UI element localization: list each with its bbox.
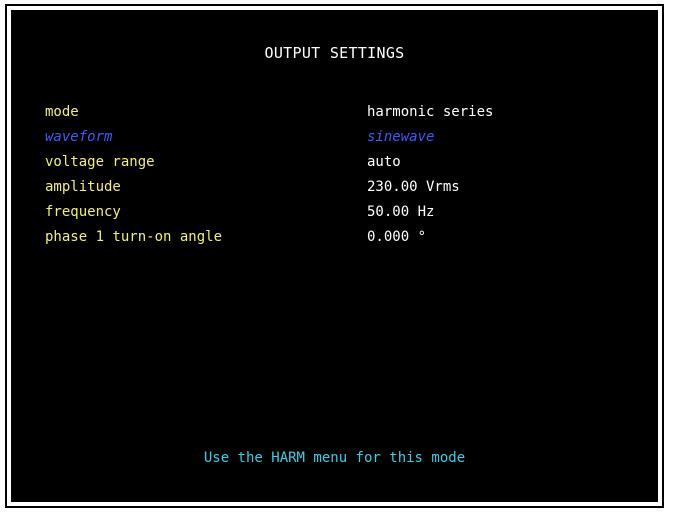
setting-row-amplitude[interactable]: amplitude 230.00 Vrms: [41, 175, 641, 200]
setting-value: 50.00 Hz: [367, 204, 435, 220]
setting-row-phase-1-turn-on-angle[interactable]: phase 1 turn-on angle 0.000 °: [41, 225, 641, 250]
page-title: OUTPUT SETTINGS: [264, 44, 405, 62]
setting-row-waveform[interactable]: waveform sinewave: [41, 125, 641, 150]
setting-value: 0.000 °: [367, 229, 427, 245]
setting-label: waveform: [45, 129, 113, 145]
setting-label: frequency: [45, 204, 121, 220]
setting-value: sinewave: [367, 129, 435, 145]
setting-value: auto: [367, 154, 401, 170]
setting-label: amplitude: [45, 179, 121, 195]
setting-row-mode[interactable]: mode harmonic series: [41, 100, 641, 125]
setting-value: harmonic series: [367, 104, 494, 120]
setting-label: mode: [45, 104, 79, 120]
footer-hint: Use the HARM menu for this mode: [203, 450, 466, 466]
setting-label: phase 1 turn-on angle: [45, 229, 223, 245]
setting-row-frequency[interactable]: frequency 50.00 Hz: [41, 200, 641, 225]
setting-row-voltage-range[interactable]: voltage range auto: [41, 150, 641, 175]
setting-value: 230.00 Vrms: [367, 179, 460, 195]
instrument-screen: OUTPUT SETTINGS mode harmonic series wav…: [5, 4, 664, 508]
setting-label: voltage range: [45, 154, 155, 170]
settings-list: mode harmonic series waveform sinewave v…: [41, 100, 641, 250]
